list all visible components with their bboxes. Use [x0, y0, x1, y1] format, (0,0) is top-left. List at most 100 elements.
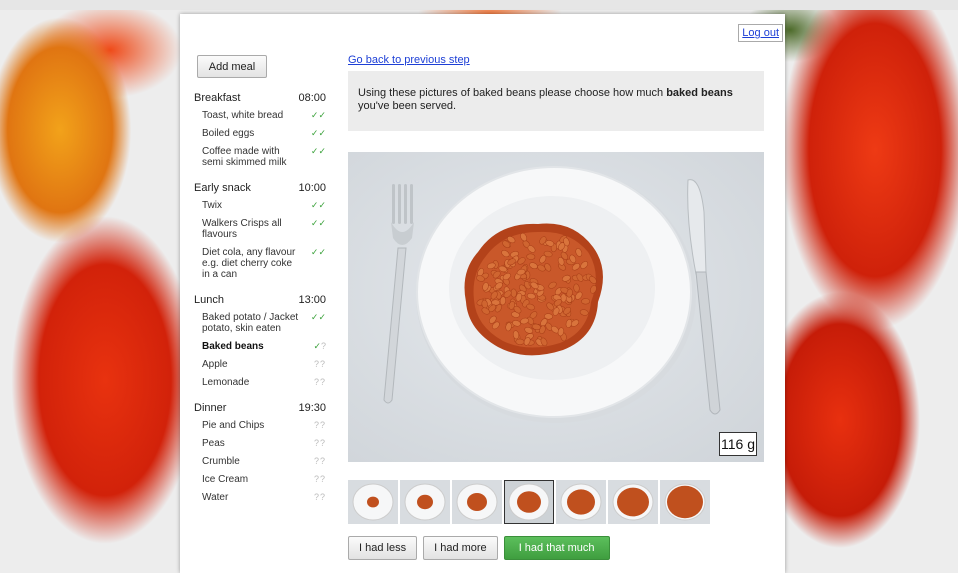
question-question-icon: ?? — [313, 359, 326, 369]
had-that-much-button[interactable]: I had that much — [503, 536, 610, 560]
food-item[interactable]: Baked beans ✓? — [194, 341, 326, 352]
food-item[interactable]: Coffee made with semi skimmed milk ✓✓ — [194, 146, 326, 168]
meal-name: Breakfast — [194, 92, 241, 104]
check-check-icon: ✓✓ — [310, 110, 326, 120]
meal-list: Breakfast 08:00 Toast, white bread ✓✓ Boiled… — [194, 92, 326, 503]
check-check-icon: ✓✓ — [310, 218, 326, 228]
thumb-plate-icon — [612, 483, 654, 521]
food-name: Water — [202, 492, 229, 503]
portion-thumbnail[interactable] — [452, 480, 502, 524]
food-name: Baked beans — [202, 341, 264, 352]
check-check-icon: ✓✓ — [310, 146, 326, 156]
meal-group: Breakfast 08:00 Toast, white bread ✓✓ Boiled… — [194, 92, 326, 168]
check-check-icon: ✓✓ — [310, 312, 326, 322]
meal-header[interactable]: Dinner 19:30 — [194, 402, 326, 414]
thumb-plate-icon — [664, 483, 706, 521]
food-item[interactable]: Pie and Chips?? — [194, 420, 326, 431]
food-name: Apple — [202, 359, 228, 370]
portion-main: Go back to previous step Using these pic… — [348, 54, 764, 560]
food-item[interactable]: Toast, white bread ✓✓ — [194, 110, 326, 121]
portion-thumbnail[interactable] — [556, 480, 606, 524]
thumb-plate-icon — [404, 483, 446, 521]
food-name: Crumble — [202, 456, 240, 467]
thumb-plate-icon — [352, 483, 394, 521]
food-name: Twix — [202, 200, 222, 211]
meal-header[interactable]: Breakfast 08:00 — [194, 92, 326, 104]
thumb-plate-icon — [508, 483, 550, 521]
meal-group: Lunch 13:00 Baked potato / Jacket potato, … — [194, 294, 326, 388]
browser-top-strip — [0, 0, 958, 10]
meal-sidebar: Add meal Breakfast 08:00 Toast, white brea… — [194, 55, 326, 510]
meal-time: 10:00 — [298, 182, 326, 194]
question-question-icon: ?? — [313, 456, 326, 466]
food-name: Peas — [202, 438, 225, 449]
question-question-icon: ?? — [313, 438, 326, 448]
bean — [581, 298, 591, 305]
food-name: Ice Cream — [202, 474, 249, 485]
meal-time: 13:00 — [298, 294, 326, 306]
portion-thumbnail[interactable] — [504, 480, 554, 524]
meal-time: 19:30 — [298, 402, 326, 414]
food-item[interactable]: Crumble?? — [194, 456, 326, 467]
thumb-plate-icon — [456, 483, 498, 521]
food-name: Baked potato / Jacket potato, skin eaten — [202, 312, 299, 334]
check-check-icon: ✓✓ — [310, 200, 326, 210]
question-question-icon: ?? — [313, 420, 326, 430]
portion-thumbnail[interactable] — [400, 480, 450, 524]
food-item[interactable]: Water?? — [194, 492, 326, 503]
food-item[interactable]: Baked potato / Jacket potato, skin eaten… — [194, 312, 326, 334]
portion-prompt: Using these pictures of baked beans plea… — [348, 71, 764, 131]
had-more-button[interactable]: I had more — [423, 536, 498, 560]
had-less-button[interactable]: I had less — [348, 536, 418, 560]
logout-link[interactable]: Log out — [738, 24, 783, 42]
meal-name: Dinner — [194, 402, 227, 414]
food-item[interactable]: Twix ✓✓ — [194, 200, 326, 211]
portion-thumbnails — [348, 480, 710, 524]
food-name: Diet cola, any flavour e.g. diet cherry … — [202, 247, 296, 280]
add-meal-button[interactable]: Add meal — [197, 55, 267, 78]
food-item[interactable]: Lemonade?? — [194, 377, 326, 388]
food-item[interactable]: Walkers Crisps all flavours ✓✓ — [194, 218, 326, 240]
bean — [526, 253, 536, 260]
meal-group: Dinner 19:30 Pie and Chips?? Peas?? Crumble?… — [194, 402, 326, 503]
portion-thumbnail[interactable] — [348, 480, 398, 524]
meal-name: Early snack — [194, 182, 251, 194]
meal-time: 08:00 — [298, 92, 326, 104]
food-item[interactable]: Apple?? — [194, 359, 326, 370]
portion-photo: 116 g — [348, 152, 764, 462]
food-item[interactable]: Peas?? — [194, 438, 326, 449]
question-question-icon: ?? — [313, 492, 326, 502]
portion-thumbnail[interactable] — [608, 480, 658, 524]
meal-header[interactable]: Early snack 10:00 — [194, 182, 326, 194]
food-name: Walkers Crisps all flavours — [202, 218, 282, 240]
back-link[interactable]: Go back to previous step — [348, 54, 470, 66]
portion-weight-label: 116 g — [719, 432, 757, 456]
check-check-icon: ✓✓ — [310, 247, 326, 257]
food-name: Coffee made with semi skimmed milk — [202, 146, 287, 168]
food-name: Pie and Chips — [202, 420, 265, 431]
meal-group: Early snack 10:00 Twix ✓✓ Walkers Crisps all… — [194, 182, 326, 280]
prompt-text-after: you've been served. — [358, 100, 457, 112]
check-question-icon: ✓? — [313, 341, 326, 351]
plate-illustration — [383, 166, 721, 423]
portion-thumbnail[interactable] — [660, 480, 710, 524]
food-name: Boiled eggs — [202, 128, 255, 139]
thumb-plate-icon — [560, 483, 602, 521]
question-question-icon: ?? — [313, 474, 326, 484]
food-item[interactable]: Diet cola, any flavour e.g. diet cherry … — [194, 247, 326, 280]
portion-buttons: I had less I had more I had that much — [348, 536, 610, 560]
meal-header[interactable]: Lunch 13:00 — [194, 294, 326, 306]
meal-name: Lunch — [194, 294, 224, 306]
baked-beans-portion — [464, 223, 603, 356]
survey-panel: Log out Add meal Breakfast 08:00 Toast, wh… — [180, 14, 785, 573]
bean — [515, 338, 525, 345]
food-item[interactable]: Ice Cream?? — [194, 474, 326, 485]
prompt-text-bold: baked beans — [666, 87, 733, 99]
food-name: Toast, white bread — [202, 110, 284, 121]
food-item[interactable]: Boiled eggs ✓✓ — [194, 128, 326, 139]
bean — [544, 313, 553, 320]
food-name: Lemonade — [202, 377, 250, 388]
prompt-text-before: Using these pictures of baked beans plea… — [358, 87, 667, 99]
check-check-icon: ✓✓ — [310, 128, 326, 138]
fork-icon — [383, 184, 414, 404]
